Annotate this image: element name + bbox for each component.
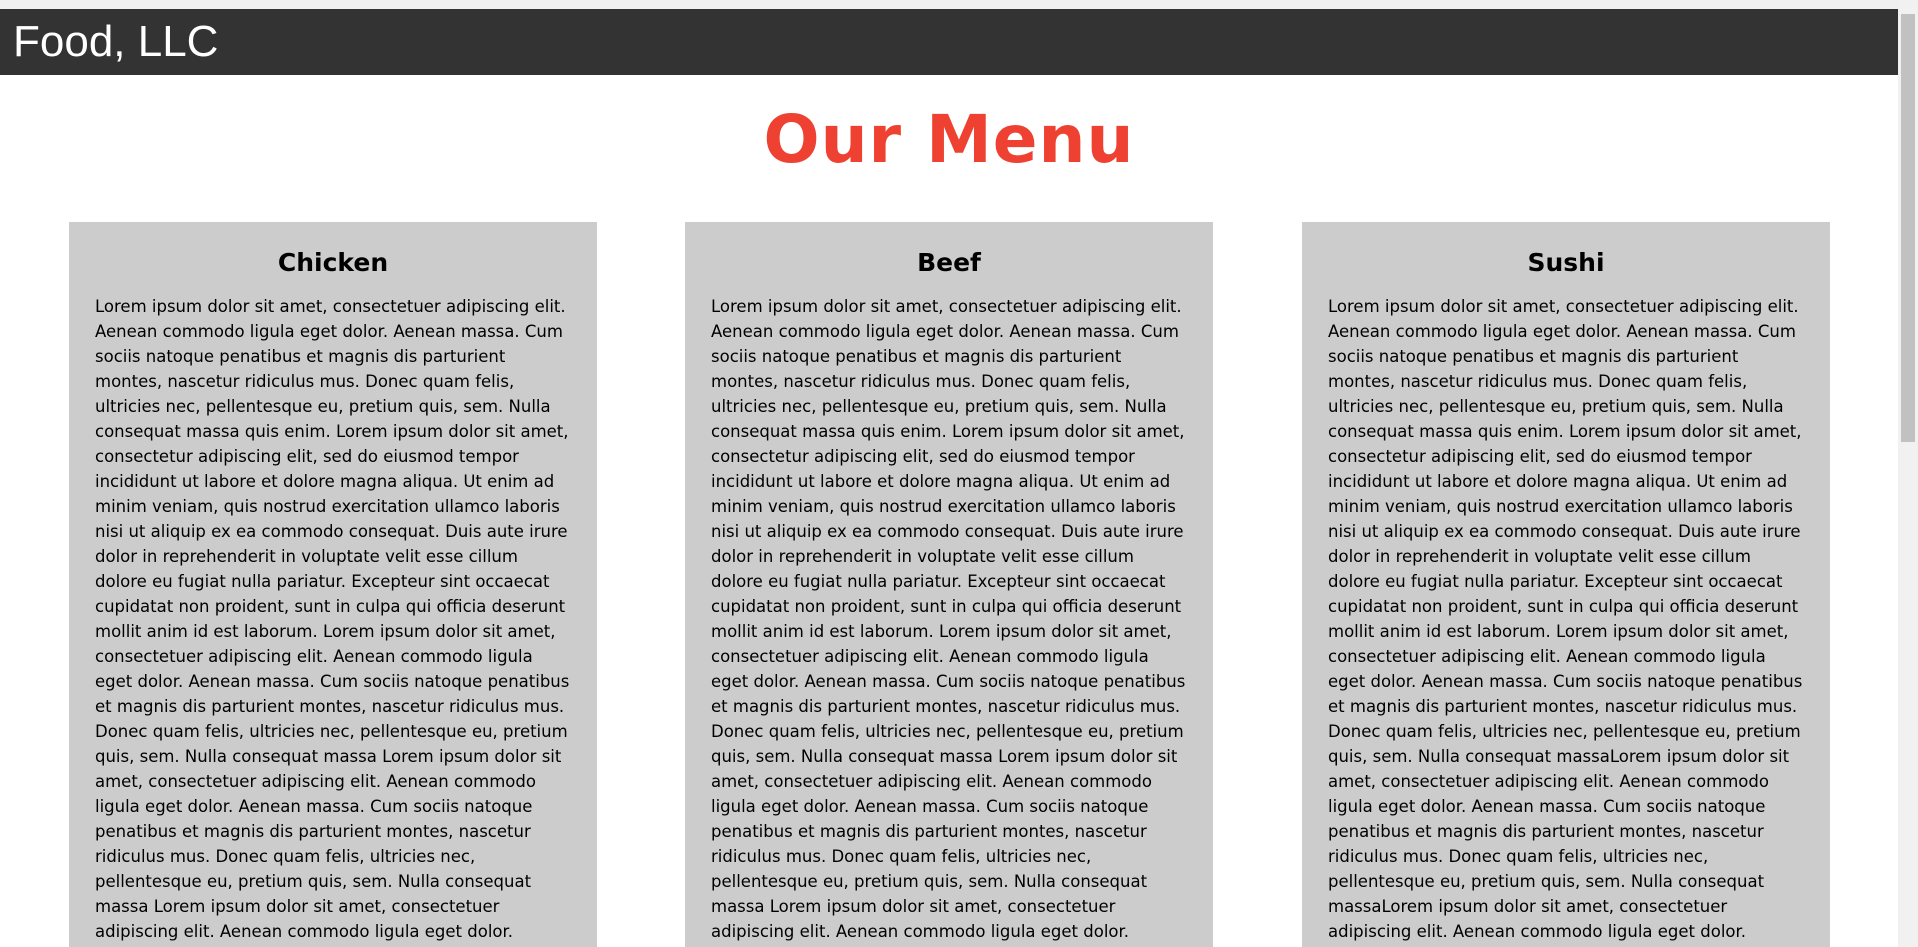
section-description: Lorem ipsum dolor sit amet, consectetuer…: [1328, 297, 1803, 941]
browser-top-strip: [0, 0, 1898, 9]
section-heading: Beef: [917, 248, 981, 277]
scrollbar-thumb[interactable]: [1901, 14, 1915, 442]
menu-section-chicken: Chicken Lorem ipsum dolor sit amet, cons…: [69, 222, 597, 947]
site-header: Food, LLC: [0, 9, 1898, 75]
section-heading: Chicken: [277, 248, 389, 277]
section-heading: Sushi: [1527, 248, 1605, 277]
page-title: Our Menu: [763, 101, 1135, 178]
menu-section-beef: Beef Lorem ipsum dolor sit amet, consect…: [685, 222, 1213, 947]
brand-name: Food, LLC: [13, 17, 219, 66]
section-description: Lorem ipsum dolor sit amet, consectetuer…: [711, 297, 1186, 941]
menu-section-sushi: Sushi Lorem ipsum dolor sit amet, consec…: [1302, 222, 1830, 947]
vertical-scrollbar[interactable]: [1898, 0, 1918, 947]
section-description: Lorem ipsum dolor sit amet, consectetuer…: [95, 297, 570, 941]
